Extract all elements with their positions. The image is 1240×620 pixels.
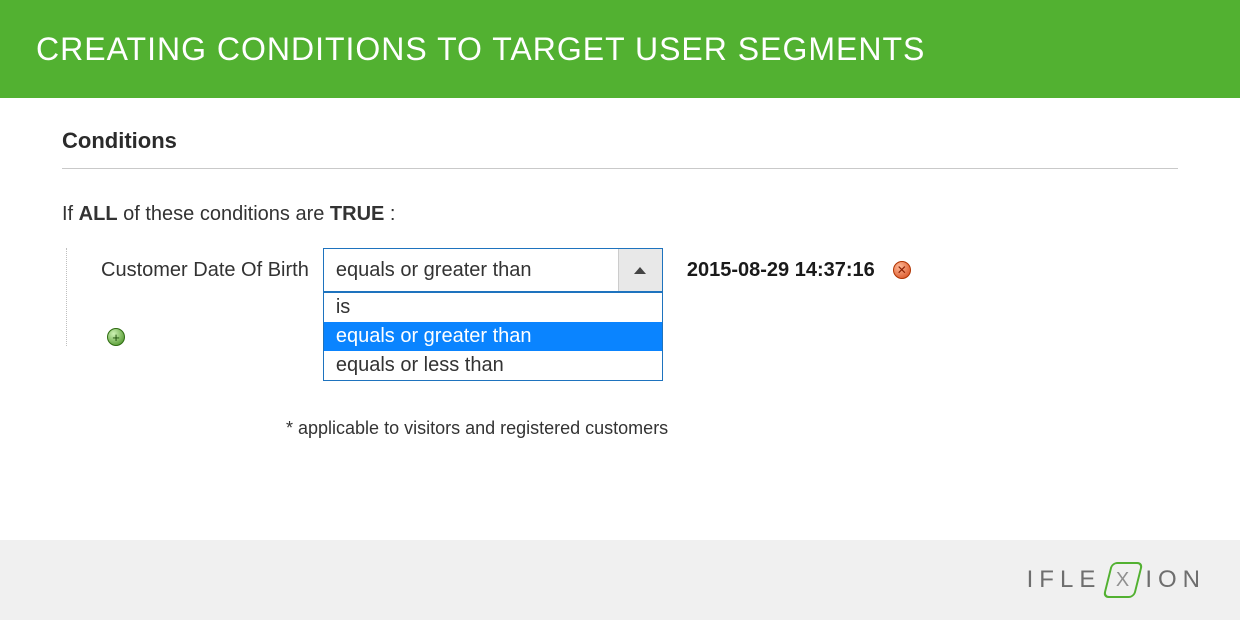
logo-mid: X [1117,569,1130,592]
remove-condition-icon[interactable]: ✕ [893,261,911,279]
footnote: * applicable to visitors and registered … [286,418,1178,439]
footer-bar: IFLE X ION [0,540,1240,620]
logo-box-icon: X [1103,562,1144,598]
intro-qualifier[interactable]: ALL [79,203,118,225]
condition-attribute[interactable]: Customer Date Of Birth [101,259,309,282]
intro-state[interactable]: TRUE [330,203,384,225]
brand-logo: IFLE X ION [1027,562,1206,598]
operator-toggle-button[interactable] [618,249,662,291]
page-header: CREATING CONDITIONS TO TARGET USER SEGME… [0,0,1240,98]
operator-option[interactable]: equals or less than [324,351,662,380]
operator-selected-value: equals or greater than [324,249,618,291]
conditions-tree: Customer Date Of Birth equals or greater… [66,248,1178,346]
header-title: CREATING CONDITIONS TO TARGET USER SEGME… [36,31,925,68]
logo-text-right: ION [1145,566,1206,594]
operator-option[interactable]: equals or greater than [324,322,662,351]
add-condition-icon[interactable]: + [107,328,125,346]
intro-middle: of these conditions are [118,203,330,225]
operator-option[interactable]: is [324,293,662,322]
operator-dropdown: is equals or greater than equals or less… [323,292,663,381]
condition-value[interactable]: 2015-08-29 14:37:16 [687,259,875,282]
condition-row: Customer Date Of Birth equals or greater… [101,248,1178,292]
chevron-up-icon [634,267,646,274]
intro-suffix: : [384,203,395,225]
logo-text-left: IFLE [1027,566,1102,594]
intro-prefix: If [62,203,79,225]
content-area: Conditions If ALL of these conditions ar… [0,98,1240,439]
section-title: Conditions [62,128,1178,169]
operator-select[interactable]: equals or greater than is equals or grea… [323,248,663,292]
conditions-intro: If ALL of these conditions are TRUE : [62,203,1178,226]
